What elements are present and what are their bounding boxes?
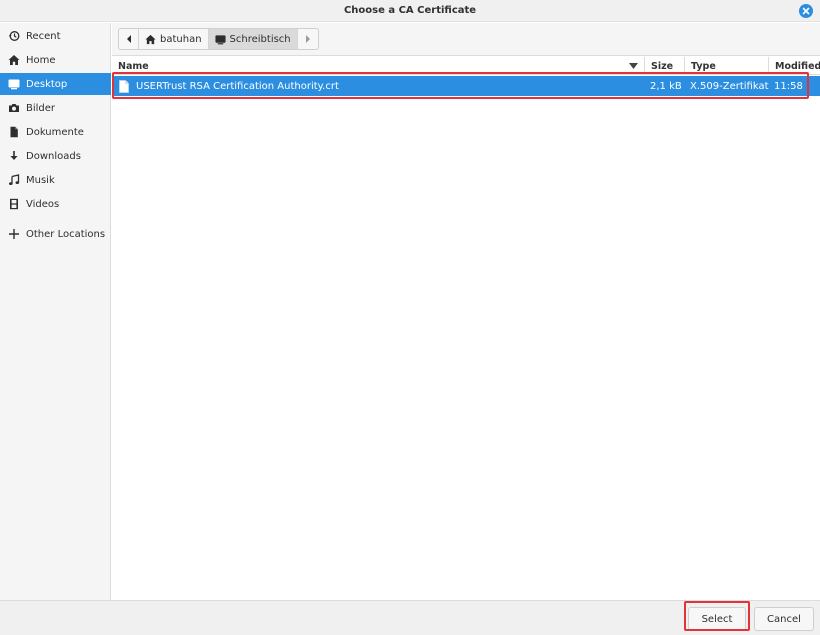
sidebar-item-label: Recent bbox=[26, 30, 61, 42]
close-button[interactable] bbox=[799, 4, 813, 18]
column-name-label: Name bbox=[118, 60, 149, 72]
column-size-label: Size bbox=[651, 60, 674, 72]
sidebar-item-desktop[interactable]: Desktop bbox=[0, 73, 111, 95]
download-icon bbox=[8, 150, 20, 162]
column-modified-label: Modified bbox=[775, 60, 820, 72]
sidebar-item-dokumente[interactable]: Dokumente bbox=[0, 121, 111, 143]
cancel-button[interactable]: Cancel bbox=[754, 607, 814, 631]
plus-icon bbox=[8, 228, 20, 240]
home-icon bbox=[8, 54, 20, 66]
close-icon bbox=[802, 7, 810, 15]
sidebar-item-label: Musik bbox=[26, 174, 55, 186]
sidebar-item-musik[interactable]: Musik bbox=[0, 169, 111, 191]
sort-down-icon bbox=[629, 63, 638, 69]
sidebar-item-label: Other Locations bbox=[26, 228, 106, 240]
chevron-left-icon bbox=[126, 35, 131, 43]
dialog-titlebar: Choose a CA Certificate bbox=[0, 0, 820, 22]
highlight-box-file-row bbox=[112, 72, 809, 99]
desktop-icon bbox=[215, 34, 226, 45]
sidebar-item-label: Desktop bbox=[26, 78, 68, 90]
chevron-right-icon bbox=[305, 35, 310, 43]
sidebar-item-bilder[interactable]: Bilder bbox=[0, 97, 111, 119]
places-sidebar: Recent Home Desktop Bilder Dokumente Dow… bbox=[0, 23, 111, 600]
sidebar-item-downloads[interactable]: Downloads bbox=[0, 145, 111, 167]
film-icon bbox=[8, 198, 20, 210]
music-icon bbox=[8, 174, 20, 186]
sidebar-item-home[interactable]: Home bbox=[0, 49, 111, 71]
recent-icon bbox=[8, 30, 20, 42]
sidebar-item-label: Home bbox=[26, 54, 56, 66]
path-back-button[interactable] bbox=[119, 29, 139, 49]
breadcrumb-label: batuhan bbox=[160, 33, 202, 45]
path-bar: batuhan Schreibtisch bbox=[112, 23, 820, 56]
camera-icon bbox=[8, 102, 20, 114]
highlight-box-select-button bbox=[684, 601, 750, 631]
sidebar-item-label: Bilder bbox=[26, 102, 56, 114]
document-icon bbox=[8, 126, 20, 138]
column-type-label: Type bbox=[691, 60, 716, 72]
sidebar-item-label: Downloads bbox=[26, 150, 81, 162]
sidebar-item-recent[interactable]: Recent bbox=[0, 25, 111, 47]
breadcrumb-item-home[interactable]: batuhan bbox=[139, 29, 209, 49]
sidebar-item-videos[interactable]: Videos bbox=[0, 193, 111, 215]
file-list[interactable]: Name Size Type Modified USERTrust RSA Ce… bbox=[112, 57, 820, 600]
sidebar-item-other-locations[interactable]: Other Locations bbox=[0, 223, 111, 245]
sidebar-item-label: Dokumente bbox=[26, 126, 84, 138]
breadcrumb-item-desktop[interactable]: Schreibtisch bbox=[208, 29, 298, 49]
path-forward-button[interactable] bbox=[298, 29, 318, 49]
desktop-icon bbox=[8, 78, 20, 90]
breadcrumb: batuhan Schreibtisch bbox=[118, 28, 319, 50]
dialog-title: Choose a CA Certificate bbox=[343, 5, 477, 16]
sidebar-item-label: Videos bbox=[26, 198, 60, 210]
breadcrumb-label: Schreibtisch bbox=[229, 33, 291, 45]
home-icon bbox=[145, 34, 156, 45]
